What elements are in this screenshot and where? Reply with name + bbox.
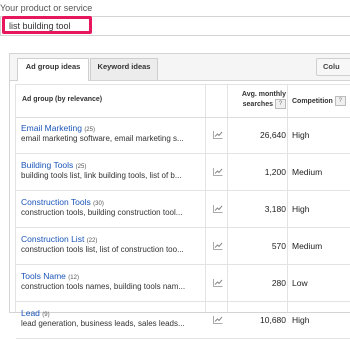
- competition-value: Medium: [292, 167, 323, 177]
- keyword-list: building tools list, link building tools…: [21, 171, 182, 180]
- keyword-list: construction tools list, list of constru…: [21, 245, 184, 254]
- ad-group-name[interactable]: Email Marketing: [21, 123, 82, 133]
- table-row: Construction Tools (30) construction tool…: [16, 191, 350, 228]
- ad-group-name-link[interactable]: Lead (9): [21, 308, 50, 318]
- trend-chart-icon[interactable]: [213, 130, 223, 139]
- keyword-count: (25): [75, 164, 87, 170]
- keyword-list: construction tools, building constructio…: [21, 208, 183, 217]
- ad-group-name-link[interactable]: Tools Name (12): [21, 271, 79, 281]
- help-icon[interactable]: ?: [275, 99, 286, 109]
- header-competition-label: Competition: [292, 97, 333, 105]
- table-row: Tools Name (12) construction tools names,…: [16, 265, 350, 302]
- header-avg-monthly-searches[interactable]: Avg. monthly searches?: [229, 90, 286, 109]
- keyword-list: email marketing software, email marketin…: [21, 134, 184, 143]
- header-avg-line2-wrap: searches?: [229, 99, 286, 109]
- ad-group-name-link[interactable]: Email Marketing (25): [21, 123, 95, 133]
- tab-keyword-ideas[interactable]: Keyword ideas: [90, 58, 158, 80]
- competition-value: High: [292, 315, 310, 325]
- avg-monthly-searches: 26,640: [260, 130, 286, 140]
- trend-chart-icon[interactable]: [213, 204, 223, 213]
- ad-group-name[interactable]: Building Tools: [21, 160, 73, 170]
- keyword-count: (30): [93, 201, 104, 207]
- avg-monthly-searches: 3,180: [264, 204, 286, 214]
- columns-button[interactable]: Colu: [316, 58, 350, 76]
- table-header: Ad group (by relevance) Avg. monthly sea…: [16, 85, 350, 118]
- results-panel: Ad group ideas Keyword ideas Colu Ad gro…: [9, 53, 350, 339]
- avg-monthly-searches: 1,200: [264, 167, 286, 177]
- avg-monthly-searches: 570: [271, 241, 286, 251]
- input-highlight-annotation: [2, 16, 92, 34]
- ad-group-name[interactable]: Construction Tools: [21, 197, 91, 207]
- ad-group-name-link[interactable]: Construction Tools (30): [21, 197, 104, 207]
- help-icon[interactable]: ?: [334, 96, 346, 106]
- keyword-count: (22): [86, 238, 98, 244]
- product-field-label: Your product or service: [0, 3, 93, 13]
- keyword-list: construction tools names, building tools…: [21, 282, 186, 291]
- keyword-count: (25): [84, 127, 95, 133]
- keyword-count: (12): [68, 275, 79, 281]
- header-avg-line1: Avg. monthly: [241, 91, 286, 98]
- table-row: Building Tools (25) building tools list, …: [16, 154, 350, 191]
- table-row: Lead (9) lead generation, business leads,…: [16, 302, 350, 339]
- competition-value: Medium: [292, 241, 323, 251]
- trend-chart-icon[interactable]: [213, 278, 223, 287]
- table-row: Email Marketing (25) email marketing soft…: [16, 117, 350, 154]
- avg-monthly-searches: 10,680: [260, 315, 286, 325]
- trend-chart-icon[interactable]: [213, 167, 223, 176]
- header-ad-group[interactable]: Ad group (by relevance): [22, 96, 102, 103]
- ad-group-name-link[interactable]: Building Tools (25): [21, 160, 86, 170]
- competition-value: High: [292, 204, 310, 214]
- trend-chart-icon[interactable]: [213, 241, 223, 250]
- competition-value: Low: [292, 278, 308, 288]
- tab-bar: Ad group ideas Keyword ideas Colu: [10, 54, 350, 81]
- tab-ad-group-ideas[interactable]: Ad group ideas: [17, 58, 89, 81]
- keyword-list: lead generation, business leads, sales l…: [21, 319, 185, 328]
- ad-group-name[interactable]: Tools Name: [21, 271, 66, 281]
- competition-value: High: [292, 130, 310, 140]
- ad-group-name[interactable]: Lead: [21, 308, 40, 318]
- ad-group-table: Ad group (by relevance) Avg. monthly sea…: [15, 84, 350, 339]
- ad-group-name-link[interactable]: Construction List (22): [21, 234, 97, 244]
- trend-chart-icon[interactable]: [213, 315, 223, 324]
- avg-monthly-searches: 280: [271, 278, 286, 288]
- table-row: Construction List (22) construction tools…: [16, 228, 350, 265]
- header-competition[interactable]: Competition?: [292, 96, 346, 106]
- ad-group-name[interactable]: Construction List: [21, 234, 84, 244]
- header-avg-line2: searches: [242, 100, 273, 108]
